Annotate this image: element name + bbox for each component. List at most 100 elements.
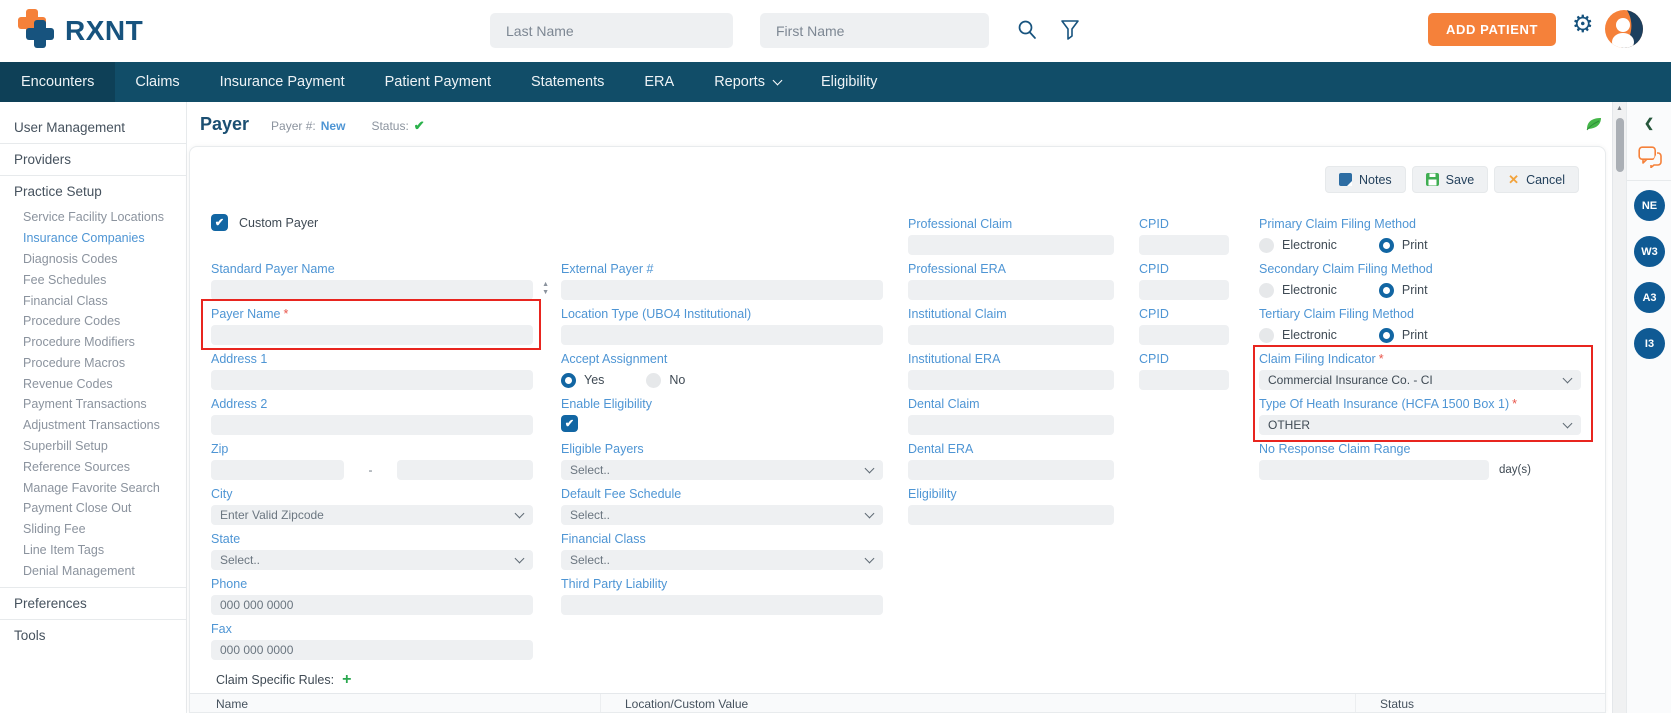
sidebar-item-line-item-tags[interactable]: Line Item Tags: [0, 540, 186, 561]
location-type-input[interactable]: [561, 325, 883, 345]
payer-name-input[interactable]: [211, 325, 533, 345]
notes-button[interactable]: Notes: [1325, 166, 1406, 193]
badge-w3[interactable]: W3: [1634, 236, 1665, 267]
professional-era-input[interactable]: [908, 280, 1114, 300]
financial-class-select[interactable]: Select..: [561, 550, 883, 570]
secondary-electronic-radio[interactable]: [1259, 282, 1274, 298]
spinner-stepper[interactable]: ▲ ▼: [542, 281, 549, 297]
add-patient-button[interactable]: ADD PATIENT: [1428, 13, 1557, 46]
nav-statements[interactable]: Statements: [511, 62, 624, 102]
sidebar-item-diagnosis-codes[interactable]: Diagnosis Codes: [0, 249, 186, 270]
sidebar-item-reference-sources[interactable]: Reference Sources: [0, 456, 186, 477]
nav-eligibility[interactable]: Eligibility: [801, 62, 897, 102]
address2-input[interactable]: [211, 415, 533, 435]
standard-payer-name-input[interactable]: [211, 280, 533, 300]
scrollbar-thumb[interactable]: [1616, 118, 1624, 172]
type-of-health-insurance-select[interactable]: OTHER: [1259, 415, 1581, 435]
add-rule-plus-icon[interactable]: +: [342, 672, 351, 688]
sidebar-item-fee-schedules[interactable]: Fee Schedules: [0, 269, 186, 290]
save-button[interactable]: Save: [1411, 166, 1489, 193]
secondary-print-radio[interactable]: [1378, 282, 1394, 298]
external-payer-input[interactable]: [561, 280, 883, 300]
sidebar-item-denial-management[interactable]: Denial Management: [0, 560, 186, 581]
institutional-claim-input[interactable]: [908, 325, 1114, 345]
dental-era-input[interactable]: [908, 460, 1114, 480]
sidebar-section-tools[interactable]: Tools: [0, 620, 186, 651]
third-party-liability-input[interactable]: [561, 595, 883, 615]
cpid-institutional-claim-input[interactable]: [1139, 325, 1229, 345]
sidebar-item-insurance-companies[interactable]: Insurance Companies: [0, 228, 186, 249]
column-header-name: Name: [216, 697, 249, 711]
sidebar-item-financial-class[interactable]: Financial Class: [0, 290, 186, 311]
tertiary-print-radio[interactable]: [1378, 327, 1394, 343]
professional-era-label: Professional ERA: [908, 262, 1006, 276]
scroll-up-arrow[interactable]: ▲: [1616, 105, 1623, 112]
default-fee-schedule-select[interactable]: Select..: [561, 505, 883, 525]
nav-insurance-payment[interactable]: Insurance Payment: [200, 62, 365, 102]
first-name-input[interactable]: [760, 13, 989, 48]
tertiary-electronic-radio[interactable]: [1259, 327, 1274, 343]
eligible-payers-label: Eligible Payers: [561, 442, 644, 456]
primary-print-radio[interactable]: [1378, 237, 1394, 253]
chat-icon[interactable]: [1638, 146, 1662, 168]
sidebar-item-procedure-macros[interactable]: Procedure Macros: [0, 352, 186, 373]
sidebar-section-preferences[interactable]: Preferences: [0, 588, 186, 619]
claim-filing-indicator-select[interactable]: Commercial Insurance Co. - CI: [1259, 370, 1581, 390]
enable-eligibility-checkbox[interactable]: ✔: [561, 415, 578, 432]
custom-payer-checkbox[interactable]: ✔: [211, 214, 228, 231]
sidebar-item-procedure-codes[interactable]: Procedure Codes: [0, 311, 186, 332]
sidebar-item-payment-transactions[interactable]: Payment Transactions: [0, 394, 186, 415]
primary-electronic-radio[interactable]: [1259, 237, 1274, 253]
zip-ext-input[interactable]: [397, 460, 533, 480]
badge-i3[interactable]: I3: [1634, 328, 1665, 359]
sidebar-item-service-facility-locations[interactable]: Service Facility Locations: [0, 207, 186, 228]
city-select[interactable]: Enter Valid Zipcode: [211, 505, 533, 525]
rxnt-logo-icon: [18, 9, 54, 48]
chevron-down-icon: [864, 463, 875, 474]
nav-claims[interactable]: Claims: [115, 62, 199, 102]
nav-era[interactable]: ERA: [624, 62, 694, 102]
dental-claim-input[interactable]: [908, 415, 1114, 435]
cpid-professional-claim-input[interactable]: [1139, 235, 1229, 255]
search-icon[interactable]: [1016, 18, 1038, 42]
sidebar-item-procedure-modifiers[interactable]: Procedure Modifiers: [0, 332, 186, 353]
sidebar-item-sliding-fee[interactable]: Sliding Fee: [0, 519, 186, 540]
user-avatar[interactable]: [1604, 9, 1644, 49]
state-select[interactable]: Select..: [211, 550, 533, 570]
vertical-scrollbar[interactable]: ▲: [1612, 102, 1626, 713]
professional-claim-input[interactable]: [908, 235, 1114, 255]
primary-claim-filing-method-label: Primary Claim Filing Method: [1259, 217, 1416, 231]
nav-reports[interactable]: Reports: [694, 62, 801, 102]
no-response-claim-range-input[interactable]: [1259, 460, 1489, 480]
settings-gear-icon[interactable]: ⚙: [1572, 13, 1594, 37]
sidebar-section-practice-setup[interactable]: Practice Setup: [0, 176, 186, 207]
sidebar-section-providers[interactable]: Providers: [0, 144, 186, 175]
nav-patient-payment[interactable]: Patient Payment: [365, 62, 511, 102]
phone-input[interactable]: [211, 595, 533, 615]
address1-input[interactable]: [211, 370, 533, 390]
fax-input[interactable]: [211, 640, 533, 660]
badge-a3[interactable]: A3: [1634, 282, 1665, 313]
institutional-era-input[interactable]: [908, 370, 1114, 390]
cpid-professional-era-input[interactable]: [1139, 280, 1229, 300]
sidebar-item-superbill-setup[interactable]: Superbill Setup: [0, 436, 186, 457]
zip-input[interactable]: [211, 460, 344, 480]
sidebar-item-adjustment-transactions[interactable]: Adjustment Transactions: [0, 415, 186, 436]
cpid-institutional-era-input[interactable]: [1139, 370, 1229, 390]
filter-icon[interactable]: [1060, 18, 1080, 42]
nav-encounters[interactable]: Encounters: [0, 62, 116, 102]
sidebar-section-user-management[interactable]: User Management: [0, 112, 186, 143]
sidebar-item-payment-close-out[interactable]: Payment Close Out: [0, 498, 186, 519]
accept-assignment-no-radio[interactable]: [646, 372, 662, 388]
cancel-button[interactable]: ✕ Cancel: [1494, 166, 1579, 193]
eligibility-input[interactable]: [908, 505, 1114, 525]
eligible-payers-select[interactable]: Select..: [561, 460, 883, 480]
main-nav: Encounters Claims Insurance Payment Pati…: [0, 62, 1671, 102]
sidebar-item-revenue-codes[interactable]: Revenue Codes: [0, 373, 186, 394]
last-name-input[interactable]: [490, 13, 733, 48]
badge-ne[interactable]: NE: [1634, 190, 1665, 221]
rxnt-logo[interactable]: RXNT: [14, 8, 143, 54]
accept-assignment-yes-radio[interactable]: [561, 372, 576, 388]
sidebar-item-manage-favorite-search[interactable]: Manage Favorite Search: [0, 477, 186, 498]
collapse-panel-chevron-left-icon[interactable]: ❮: [1627, 116, 1671, 130]
